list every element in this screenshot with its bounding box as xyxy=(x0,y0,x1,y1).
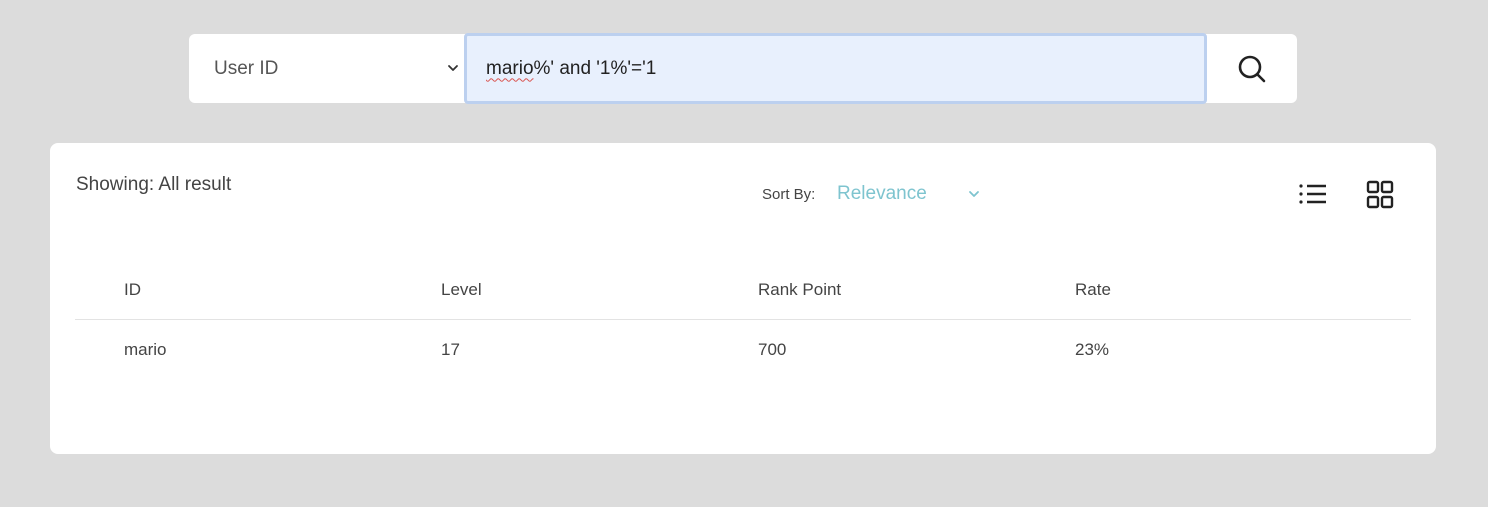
results-summary: Showing: All result xyxy=(76,174,232,195)
results-table: ID Level Rank Point Rate mario 17 700 23… xyxy=(75,263,1411,376)
cell-id: mario xyxy=(124,340,167,359)
column-header-id: ID xyxy=(124,280,141,299)
chevron-down-icon xyxy=(969,191,979,197)
search-input-value: mario%' and '1%'='1 xyxy=(486,58,656,80)
cell-level: 17 xyxy=(441,340,460,359)
table-row[interactable]: mario 17 700 23% xyxy=(75,320,1411,376)
grid-view-button[interactable] xyxy=(1364,179,1396,211)
column-header-rank-point: Rank Point xyxy=(758,280,842,299)
list-view-button[interactable] xyxy=(1297,179,1329,211)
search-field-value: User ID xyxy=(214,57,279,79)
list-view-icon xyxy=(1299,184,1326,204)
search-button[interactable] xyxy=(1207,34,1297,103)
cell-rate: 23% xyxy=(1075,340,1110,359)
search-input-rest: %' and '1%'='1 xyxy=(533,57,657,79)
cell-rank-point: 700 xyxy=(758,340,787,359)
sort-select[interactable]: Relevance xyxy=(837,181,987,209)
search-field-select[interactable]: User ID xyxy=(189,34,464,103)
table-header: ID Level Rank Point Rate xyxy=(75,263,1411,320)
chevron-down-icon xyxy=(448,65,458,71)
column-header-rate: Rate xyxy=(1075,280,1111,299)
search-icon xyxy=(1238,55,1266,82)
results-panel: Showing: All result Sort By: Relevance I… xyxy=(50,143,1436,454)
grid-view-icon xyxy=(1366,180,1394,209)
sort-value: Relevance xyxy=(837,183,927,204)
column-header-level: Level xyxy=(441,280,482,299)
spellcheck-flagged-word: mario xyxy=(486,57,534,79)
search-input[interactable]: mario%' and '1%'='1 xyxy=(464,33,1207,104)
sort-label: Sort By: xyxy=(762,186,816,203)
search-bar: User ID mario%' and '1%'='1 xyxy=(189,33,1297,104)
